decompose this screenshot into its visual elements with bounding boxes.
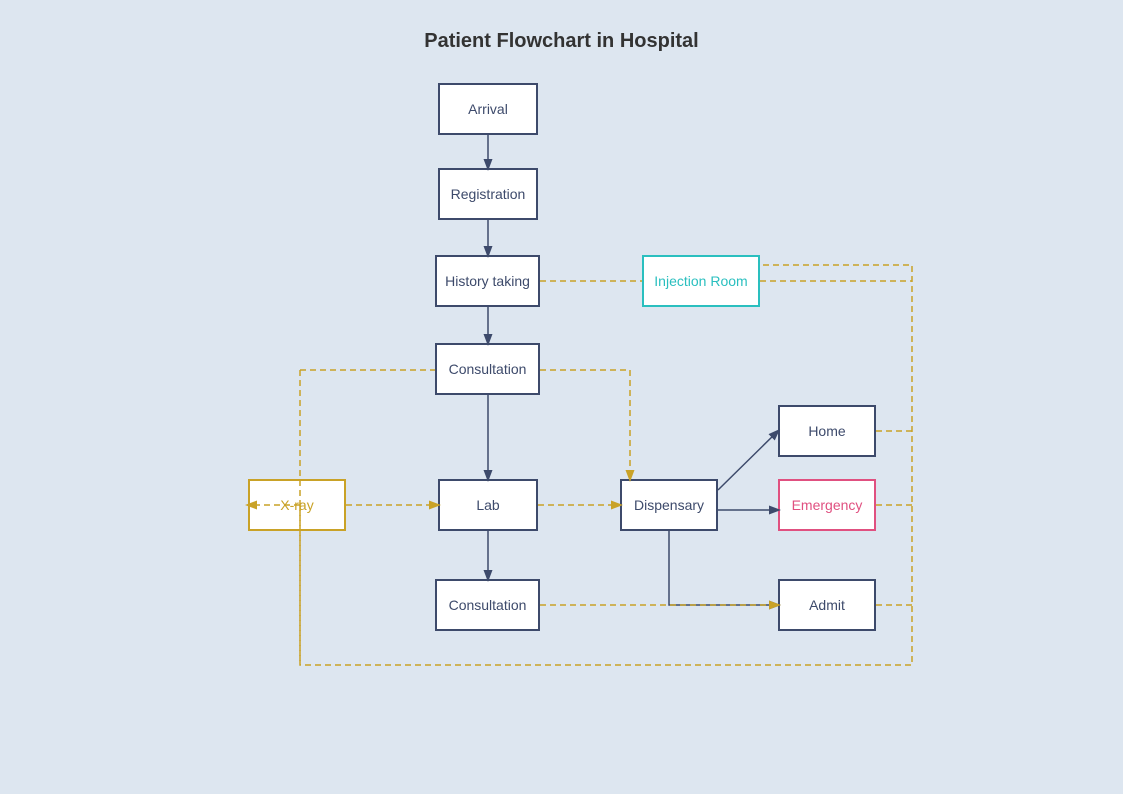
lab-node: Lab (438, 479, 538, 531)
admit-node: Admit (778, 579, 876, 631)
registration-node: Registration (438, 168, 538, 220)
dispensary-node: Dispensary (620, 479, 718, 531)
home-node: Home (778, 405, 876, 457)
consultation2-node: Consultation (435, 579, 540, 631)
injection-room-node: Injection Room (642, 255, 760, 307)
flowchart-svg (0, 0, 1123, 794)
page-title: Patient Flowchart in Hospital (0, 0, 1123, 53)
arrival-node: Arrival (438, 83, 538, 135)
xray-node: X-ray (248, 479, 346, 531)
emergency-node: Emergency (778, 479, 876, 531)
consultation1-node: Consultation (435, 343, 540, 395)
history-node: History taking (435, 255, 540, 307)
